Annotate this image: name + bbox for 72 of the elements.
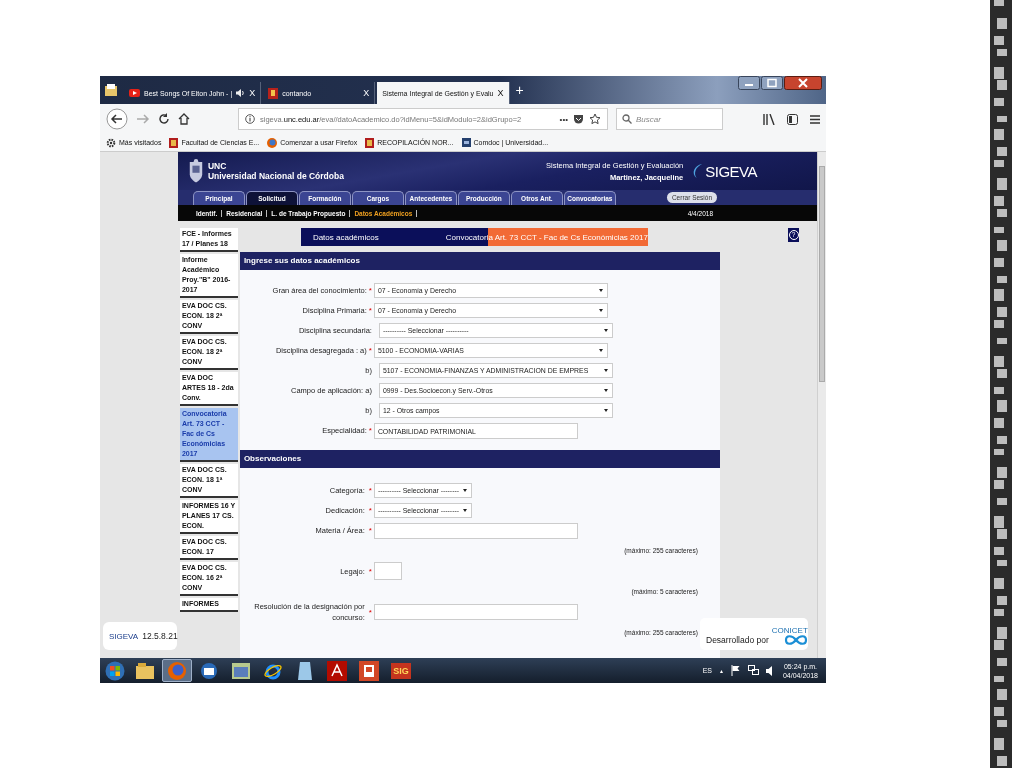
bookmark-icon [365,137,375,148]
university-acronym: UNC [207,161,228,171]
gear-icon [106,137,116,148]
input-field[interactable] [373,522,578,539]
crest-icon [187,158,204,184]
star-icon[interactable] [589,113,601,125]
close-tab-button[interactable]: X [497,88,504,98]
flag-icon[interactable] [730,665,741,676]
caret-icon [462,508,467,512]
required-mark: * [368,566,372,576]
required-mark: * [368,485,372,495]
caret-icon [603,368,608,372]
network-icon[interactable] [747,665,759,676]
pdf-icon [327,660,347,681]
back-button[interactable] [106,108,128,130]
caret-icon [598,308,603,312]
library-icon[interactable] [763,113,775,125]
sidebar-icon[interactable] [787,113,798,125]
window-icon [232,662,250,679]
shield-icon[interactable] [573,113,584,125]
conicet-logo-text: CONICET [771,627,808,635]
search-field[interactable]: Buscar [616,108,723,130]
close-icon[interactable] [784,76,822,90]
windows-logo-icon [105,660,125,681]
page-actions-button[interactable]: ••• [559,114,568,124]
globe-icon [168,661,186,680]
info-icon[interactable] [245,114,255,124]
required-mark: * [368,607,372,617]
section-header: Observaciones [239,450,720,468]
app-label: SIG [391,662,411,679]
infinity-icon [783,635,808,645]
taskbar-button[interactable]: SIG [386,659,416,682]
close-tab-button[interactable]: X [363,88,370,98]
reload-icon[interactable] [158,113,170,125]
caret-icon [598,288,603,292]
required-mark: * [368,345,372,355]
required-mark: * [368,426,372,435]
bookmark-icon [169,137,179,148]
play-icon [129,89,140,97]
input-field[interactable] [373,562,402,580]
home-icon[interactable] [178,113,190,125]
bookmark-icon [461,138,471,147]
section-header: Ingrese sus datos académicos [239,252,720,270]
slides-icon [359,660,379,681]
minimize-icon[interactable] [738,76,760,90]
close-tab-button[interactable]: X [249,88,256,98]
required-mark: * [368,526,372,535]
input-field[interactable] [373,604,578,620]
credit-text: Desarrollado por [706,635,769,645]
caret-icon [603,388,608,392]
scrollbar[interactable] [817,152,826,658]
caret-icon [598,348,603,352]
required-mark: * [368,285,372,295]
caret-icon [603,408,608,412]
sigeva-logo: SIGEVA [691,160,757,182]
globe-icon [267,137,278,148]
university-name: Universidad Nacional de Córdoba [207,171,344,181]
speaker-icon[interactable] [236,89,246,97]
sigeva-logo: SIGEVA [109,631,139,641]
folder-icon [136,662,154,679]
document-icon [268,87,279,99]
required-mark: * [368,305,372,315]
caret-icon [462,488,467,492]
new-tab-button[interactable]: + [515,82,524,98]
caret-icon [603,328,608,332]
required-mark: * [368,505,372,515]
maximize-icon[interactable] [761,76,783,90]
banner-section: Datos académicos [312,232,446,242]
search-icon [622,114,632,124]
version-number: 12.5.8.21 [142,631,178,641]
menu-icon[interactable] [810,114,820,124]
folder-icon[interactable] [104,83,118,97]
